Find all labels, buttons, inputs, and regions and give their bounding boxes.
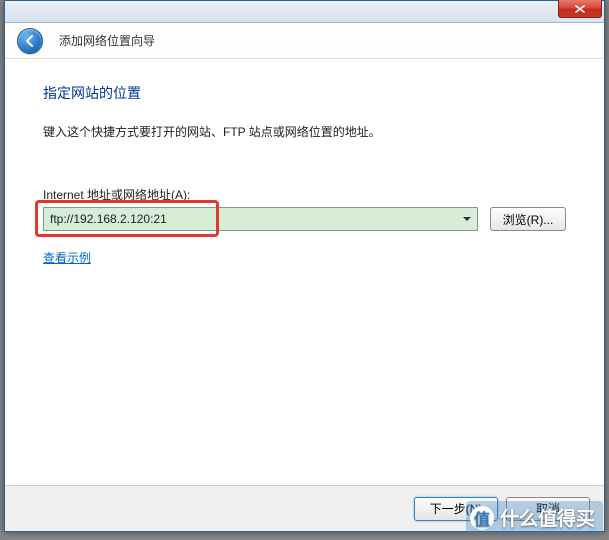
instruction-text: 键入这个快捷方式要打开的网站、FTP 站点或网络位置的地址。 [43,123,566,140]
address-dropdown-button[interactable] [460,211,474,227]
chevron-down-icon [463,217,471,222]
wizard-title: 添加网络位置向导 [59,32,155,49]
browse-button[interactable]: 浏览(R)... [490,207,566,231]
close-icon [575,5,585,13]
wizard-content: 指定网站的位置 键入这个快捷方式要打开的网站、FTP 站点或网络位置的地址。 I… [5,59,604,485]
titlebar [5,1,604,23]
page-heading: 指定网站的位置 [43,83,566,103]
address-row: 浏览(R)... [43,207,566,231]
arrow-left-icon [23,34,37,48]
back-button[interactable] [17,28,43,54]
address-label: Internet 地址或网络地址(A): [43,186,566,203]
view-example-link[interactable]: 查看示例 [43,251,91,265]
wizard-footer: 下一步(N) 取消 [5,485,604,531]
address-input[interactable] [43,207,478,231]
close-button[interactable] [558,0,602,18]
wizard-window: 添加网络位置向导 指定网站的位置 键入这个快捷方式要打开的网站、FTP 站点或网… [4,0,605,532]
next-button[interactable]: 下一步(N) [414,497,498,521]
cancel-button[interactable]: 取消 [506,497,590,521]
wizard-header: 添加网络位置向导 [5,23,604,59]
address-field-wrap [43,207,478,231]
